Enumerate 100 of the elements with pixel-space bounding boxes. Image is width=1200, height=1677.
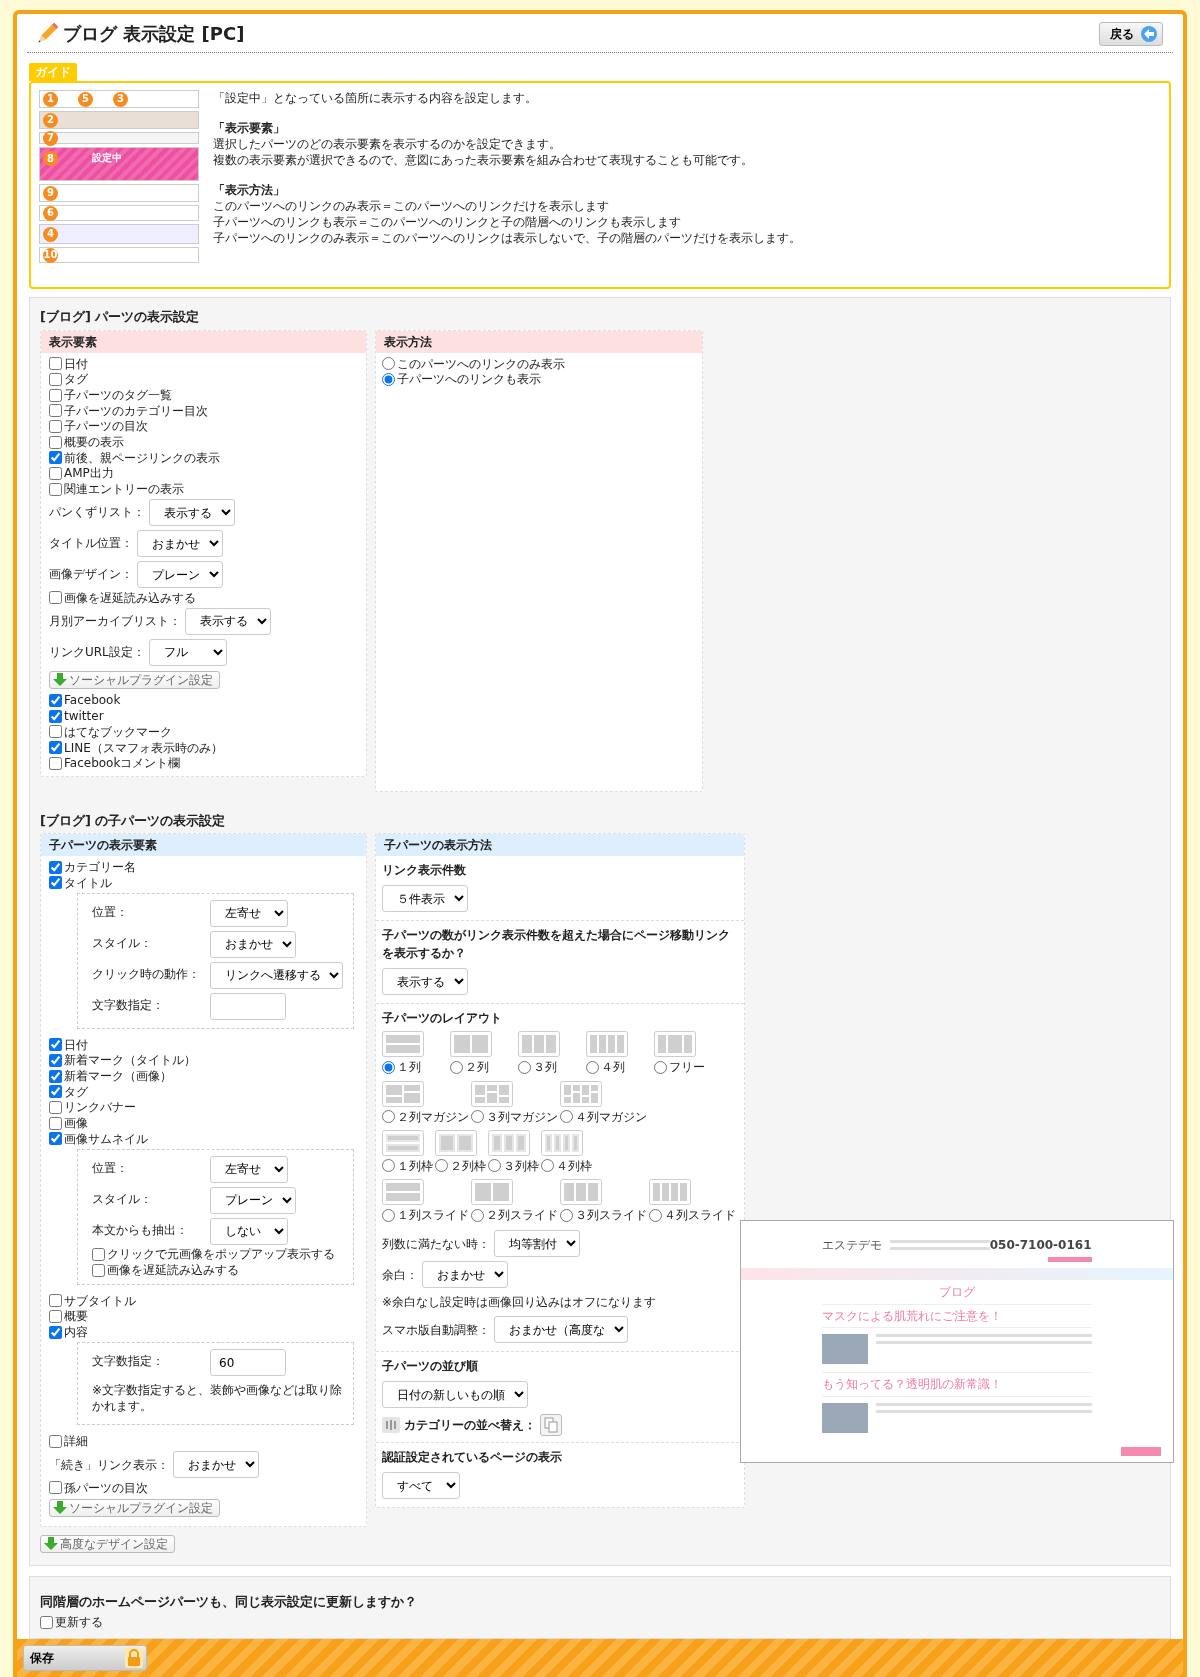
checkbox[interactable] <box>49 1294 62 1308</box>
dropdown[interactable]: フル <box>148 638 227 666</box>
radio-button[interactable] <box>382 372 395 386</box>
dropdown[interactable]: おまかせ <box>137 530 223 558</box>
checkbox[interactable] <box>49 1100 62 1114</box>
checkbox-label: 画像を遅延読み込みする <box>107 1262 239 1279</box>
checkbox[interactable] <box>49 1085 62 1099</box>
checkbox[interactable] <box>49 1053 62 1067</box>
photo-placeholder <box>821 1334 868 1365</box>
dropdown[interactable]: ５件表示 <box>382 885 468 913</box>
panel-header: 表示要素 <box>41 330 366 353</box>
checkbox-label: 新着マーク（タイトル） <box>64 1052 196 1069</box>
radio-label: 子パーツへのリンクも表示 <box>397 371 541 388</box>
dropdown[interactable]: すべて <box>382 1472 460 1500</box>
dropdown[interactable]: 左寄せ <box>210 899 288 927</box>
checkbox[interactable] <box>49 1132 62 1146</box>
radio-button[interactable] <box>560 1208 573 1222</box>
radio-button[interactable] <box>518 1061 531 1074</box>
layout-icon <box>560 1080 602 1107</box>
dropdown[interactable]: しない <box>210 1217 288 1245</box>
layout-icon <box>382 1129 424 1156</box>
radio-label: ２列スライド <box>486 1206 558 1224</box>
radio-button[interactable] <box>382 1061 395 1074</box>
dropdown[interactable]: リンクへ遷移する <box>209 961 343 989</box>
layout-icon <box>586 1031 628 1058</box>
checkbox[interactable] <box>92 1247 105 1261</box>
checkbox[interactable] <box>49 591 62 605</box>
reservation-banner <box>1047 1256 1092 1262</box>
checkbox[interactable] <box>49 1481 62 1495</box>
checkbox[interactable] <box>49 1038 62 1052</box>
checkbox[interactable] <box>49 372 62 386</box>
checkbox[interactable] <box>49 1116 62 1130</box>
radio-button[interactable] <box>560 1110 573 1124</box>
layout-icon <box>654 1031 696 1058</box>
expand-settings-button[interactable]: ソーシャルプラグイン設定 <box>49 1498 220 1517</box>
radio-label: １列枠 <box>397 1157 433 1174</box>
checkbox[interactable] <box>49 388 62 402</box>
radio-button[interactable] <box>586 1061 599 1074</box>
radio-button[interactable] <box>382 1208 395 1222</box>
checkbox[interactable] <box>49 1310 62 1323</box>
dropdown[interactable]: プレーン <box>210 1186 296 1214</box>
checkbox[interactable] <box>49 482 62 496</box>
checkbox[interactable] <box>49 357 62 371</box>
checkbox[interactable] <box>49 709 62 723</box>
checkbox[interactable] <box>49 1325 62 1339</box>
block-heading: 子パーツのレイアウト <box>382 1010 503 1028</box>
text-field[interactable] <box>210 992 286 1020</box>
dropdown[interactable]: プレーン <box>137 561 223 589</box>
radio-button[interactable] <box>382 1159 395 1173</box>
checkbox[interactable] <box>49 404 62 418</box>
radio-button[interactable] <box>450 1061 463 1074</box>
radio-button[interactable] <box>649 1208 662 1222</box>
checkbox[interactable] <box>49 756 62 770</box>
checkbox[interactable] <box>49 435 62 449</box>
expand-settings-button[interactable]: ソーシャルプラグイン設定 <box>49 670 220 689</box>
checkbox[interactable] <box>49 1434 62 1448</box>
checkbox[interactable] <box>40 1615 53 1629</box>
checkbox[interactable] <box>49 860 62 874</box>
dropdown[interactable]: 表示する <box>149 499 235 527</box>
dropdown[interactable]: おまかせ <box>210 930 296 958</box>
number-badge: 1 <box>43 91 58 107</box>
radio-button[interactable] <box>382 357 395 371</box>
field-label: 位置： <box>92 1159 129 1176</box>
dropdown[interactable]: おまかせ（高度な <box>494 1316 628 1344</box>
radio-button[interactable] <box>541 1159 554 1173</box>
radio-label: フリー <box>669 1059 705 1076</box>
advanced-design-button[interactable]: 高度なデザイン設定 <box>40 1534 175 1553</box>
dropdown[interactable]: 均等割付 <box>494 1230 580 1258</box>
radio-button[interactable] <box>382 1110 395 1124</box>
back-button[interactable]: 戻る <box>1099 22 1163 46</box>
checkbox[interactable] <box>49 451 62 465</box>
field-label: パンくずリスト： <box>49 504 145 521</box>
radio-button[interactable] <box>471 1208 484 1222</box>
number-badge: 7 <box>43 130 58 146</box>
checkbox-label: AMP出力 <box>64 465 114 482</box>
number-badge: 8 <box>43 151 58 167</box>
text-field[interactable]: 60 <box>210 1349 286 1377</box>
radio-label: ４列マガジン <box>575 1108 647 1125</box>
checkbox[interactable] <box>49 467 62 480</box>
panel-header: 子パーツの表示要素 <box>41 834 366 857</box>
radio-button[interactable] <box>435 1159 448 1173</box>
checkbox[interactable] <box>49 419 62 433</box>
dropdown[interactable]: おまかせ <box>422 1261 508 1289</box>
checkbox[interactable] <box>49 725 62 739</box>
checkbox[interactable] <box>49 1069 62 1083</box>
dropdown[interactable]: 表示する <box>185 607 271 635</box>
save-button[interactable]: 保存 <box>23 1645 147 1671</box>
checkbox[interactable] <box>49 876 62 890</box>
dropdown[interactable]: おまかせ <box>173 1451 259 1479</box>
checkbox-label: LINE（スマフォ表示時のみ） <box>64 739 223 756</box>
radio-button[interactable] <box>488 1159 501 1173</box>
dropdown[interactable]: 日付の新しいもの順 <box>382 1381 528 1409</box>
radio-button[interactable] <box>654 1061 667 1074</box>
checkbox[interactable] <box>92 1263 105 1277</box>
checkbox[interactable] <box>49 741 62 755</box>
number-badge: 5 <box>78 91 93 107</box>
radio-button[interactable] <box>471 1110 484 1124</box>
dropdown[interactable]: 表示する <box>382 968 468 996</box>
dropdown[interactable]: 左寄せ <box>210 1155 288 1183</box>
checkbox[interactable] <box>49 694 62 708</box>
